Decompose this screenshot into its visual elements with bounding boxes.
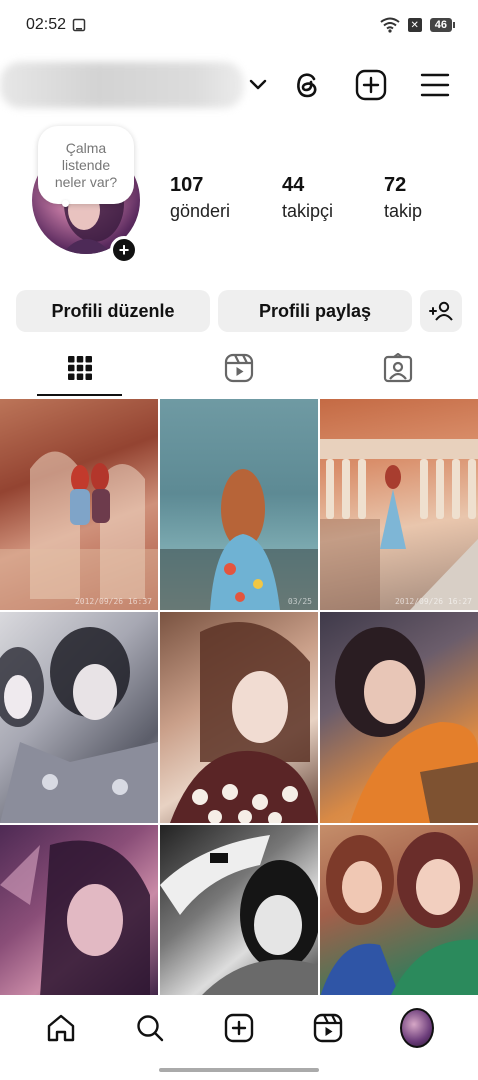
home-indicator[interactable] bbox=[159, 1068, 319, 1072]
status-right: ✕ 46 bbox=[380, 17, 456, 33]
profile-avatar-icon bbox=[400, 1008, 435, 1048]
bottom-navigation bbox=[0, 995, 478, 1061]
username-blurred[interactable] bbox=[0, 62, 244, 108]
tagged-person-icon bbox=[383, 353, 412, 383]
photo-date-stamp: 2012/09/26 16:27 bbox=[394, 597, 472, 606]
stat-followers[interactable]: 44 takipçi bbox=[282, 174, 333, 222]
stat-posts[interactable]: 107 gönderi bbox=[170, 174, 230, 222]
photo-image bbox=[320, 439, 478, 610]
post-thumbnail[interactable]: 2012/09/26 16:37 bbox=[0, 399, 158, 610]
photo-image bbox=[0, 399, 158, 610]
profile-tabs bbox=[0, 340, 478, 398]
stat-following-label: takip bbox=[384, 201, 423, 221]
chevron-down-icon[interactable] bbox=[246, 72, 270, 96]
no-sim-icon: ✕ bbox=[407, 18, 422, 32]
photo-date-stamp: 03/25 bbox=[287, 597, 312, 606]
tab-tagged[interactable] bbox=[318, 340, 477, 396]
create-icon bbox=[224, 1013, 254, 1043]
threads-icon[interactable] bbox=[290, 68, 324, 102]
post-thumbnail[interactable] bbox=[160, 825, 318, 997]
photo-image bbox=[335, 627, 478, 823]
post-thumbnail[interactable] bbox=[320, 612, 478, 823]
reels-icon bbox=[313, 1013, 343, 1043]
nav-profile[interactable] bbox=[400, 1008, 435, 1048]
status-bar: 02:52 ✕ 46 bbox=[0, 0, 478, 50]
active-tab-indicator bbox=[37, 394, 122, 396]
nav-reels[interactable] bbox=[311, 1011, 345, 1045]
nav-search[interactable] bbox=[133, 1011, 167, 1045]
add-story-button[interactable]: + bbox=[110, 236, 138, 264]
stat-followers-count: 44 bbox=[282, 174, 305, 196]
photo-image bbox=[0, 840, 150, 997]
status-left: 02:52 bbox=[26, 16, 86, 34]
create-post-icon[interactable] bbox=[354, 68, 388, 102]
posts-grid: 2012/09/26 16:37 03/25 2012/09/26 16:27 bbox=[0, 399, 478, 997]
tab-reels[interactable] bbox=[159, 340, 318, 396]
photo-image bbox=[0, 627, 158, 823]
search-icon bbox=[137, 1015, 163, 1042]
nav-home[interactable] bbox=[44, 1011, 78, 1045]
home-icon bbox=[47, 1014, 74, 1042]
reels-icon bbox=[224, 353, 253, 383]
battery-indicator: 46 bbox=[429, 18, 456, 32]
post-thumbnail[interactable] bbox=[0, 825, 158, 997]
post-thumbnail[interactable]: 2012/09/26 16:27 bbox=[320, 399, 478, 610]
menu-icon[interactable] bbox=[418, 68, 452, 102]
post-thumbnail[interactable] bbox=[0, 612, 158, 823]
post-thumbnail[interactable]: 03/25 bbox=[160, 399, 318, 610]
photo-image bbox=[170, 622, 318, 823]
nav-create[interactable] bbox=[222, 1011, 256, 1045]
stat-followers-label: takipçi bbox=[282, 201, 334, 221]
stat-posts-count: 107 bbox=[170, 174, 204, 196]
tab-grid-posts[interactable] bbox=[0, 340, 159, 396]
screen-record-icon bbox=[72, 18, 86, 32]
post-thumbnail[interactable] bbox=[320, 825, 478, 997]
add-person-icon bbox=[429, 301, 453, 321]
stat-following[interactable]: 72 takip bbox=[384, 174, 422, 222]
note-bubble[interactable]: Çalma listende neler var? bbox=[38, 126, 134, 204]
stat-following-count: 72 bbox=[384, 174, 407, 196]
photo-image bbox=[320, 832, 478, 997]
note-bubble-tail bbox=[62, 200, 69, 207]
stat-posts-label: gönderi bbox=[170, 201, 231, 221]
photo-date-stamp: 2012/09/26 16:37 bbox=[74, 597, 152, 606]
discover-people-button[interactable] bbox=[420, 290, 462, 332]
status-time: 02:52 bbox=[26, 16, 67, 33]
share-profile-button[interactable]: Profili paylaş bbox=[218, 290, 412, 332]
post-thumbnail[interactable] bbox=[160, 612, 318, 823]
photo-image bbox=[160, 469, 318, 610]
photo-image bbox=[160, 835, 318, 997]
grid-icon bbox=[67, 356, 92, 380]
wifi-icon bbox=[380, 17, 400, 33]
profile-header bbox=[0, 58, 478, 112]
profile-action-buttons: Profili düzenle Profili paylaş bbox=[16, 290, 462, 332]
edit-profile-button[interactable]: Profili düzenle bbox=[16, 290, 210, 332]
